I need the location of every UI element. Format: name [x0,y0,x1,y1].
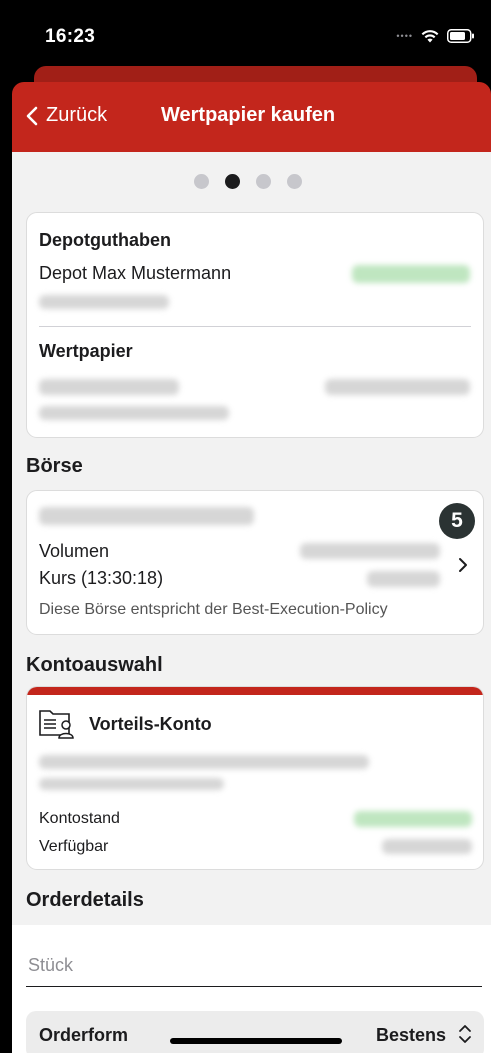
back-button[interactable]: Zurück [26,104,107,127]
best-execution-note: Diese Börse entspricht der Best-Executio… [39,601,388,618]
rate-label: Kurs (13:30:18) [39,568,164,588]
orderdetails-section-title: Orderdetails [26,889,144,911]
account-card-icon [39,710,74,739]
security-name-redacted [39,379,179,395]
selected-accent-bar [27,687,483,695]
depot-name: Depot Max Mustermann [39,263,232,283]
kontoauswahl-section-title: Kontoauswahl [26,654,163,676]
boerse-section-title: Börse [26,455,83,477]
boerse-card[interactable]: 5 Volumen Kurs (13:30:18) Diese Börse en… [26,490,484,635]
rate-value-redacted [367,571,440,587]
depot-number-redacted [39,295,169,309]
chevron-left-icon [26,106,38,125]
depot-card[interactable]: Depotguthaben Depot Max Mustermann Wertp… [26,212,484,438]
back-label: Zurück [46,104,108,126]
orderform-label: Orderform [39,1025,129,1045]
account-card[interactable]: Vorteils-Konto Kontostand Verfügbar [26,686,484,870]
available-value-redacted [382,839,472,854]
pager-dot-active [224,174,240,189]
orderform-select[interactable]: Orderform Bestens [26,1011,484,1053]
battery-icon [447,29,474,43]
account-iban-redacted [39,755,369,769]
volume-value-redacted [300,543,440,559]
status-bar: 16:23 •••• [0,0,491,68]
page-title: Wertpapier kaufen [161,104,336,126]
orderform-value: Bestens [375,1025,446,1045]
volume-label: Volumen [39,541,110,561]
chevron-right-icon[interactable] [458,557,468,573]
quantity-input[interactable]: Stück [26,949,482,987]
quantity-placeholder: Stück [28,955,74,975]
account-holder-redacted [39,778,224,790]
signal-icon: •••• [396,31,413,41]
security-detail-redacted [39,406,229,420]
pager-dot [255,174,271,189]
security-label: Wertpapier [39,341,133,361]
step-pager [12,174,487,189]
wifi-icon [421,30,439,43]
available-label: Verfügbar [39,838,109,855]
home-indicator[interactable] [170,1038,342,1044]
card-divider [39,326,471,327]
security-isin-redacted [325,379,470,395]
account-name: Vorteils-Konto [89,714,212,734]
up-down-chevron-icon [459,1025,471,1043]
balance-label: Kontostand [39,810,120,827]
pager-dot [193,174,209,189]
exchange-name-redacted [39,507,254,525]
depot-balance-redacted [352,265,470,283]
main-content[interactable]: Depotguthaben Depot Max Mustermann Wertp… [12,152,491,1053]
step-badge: 5 [439,503,475,539]
status-time: 16:23 [45,26,96,47]
pager-dot [286,174,302,189]
balance-value-redacted [354,811,472,827]
navigation-bar: Zurück Wertpapier kaufen [12,82,491,152]
status-icons: •••• [396,26,475,46]
depot-label: Depotguthaben [39,230,171,250]
